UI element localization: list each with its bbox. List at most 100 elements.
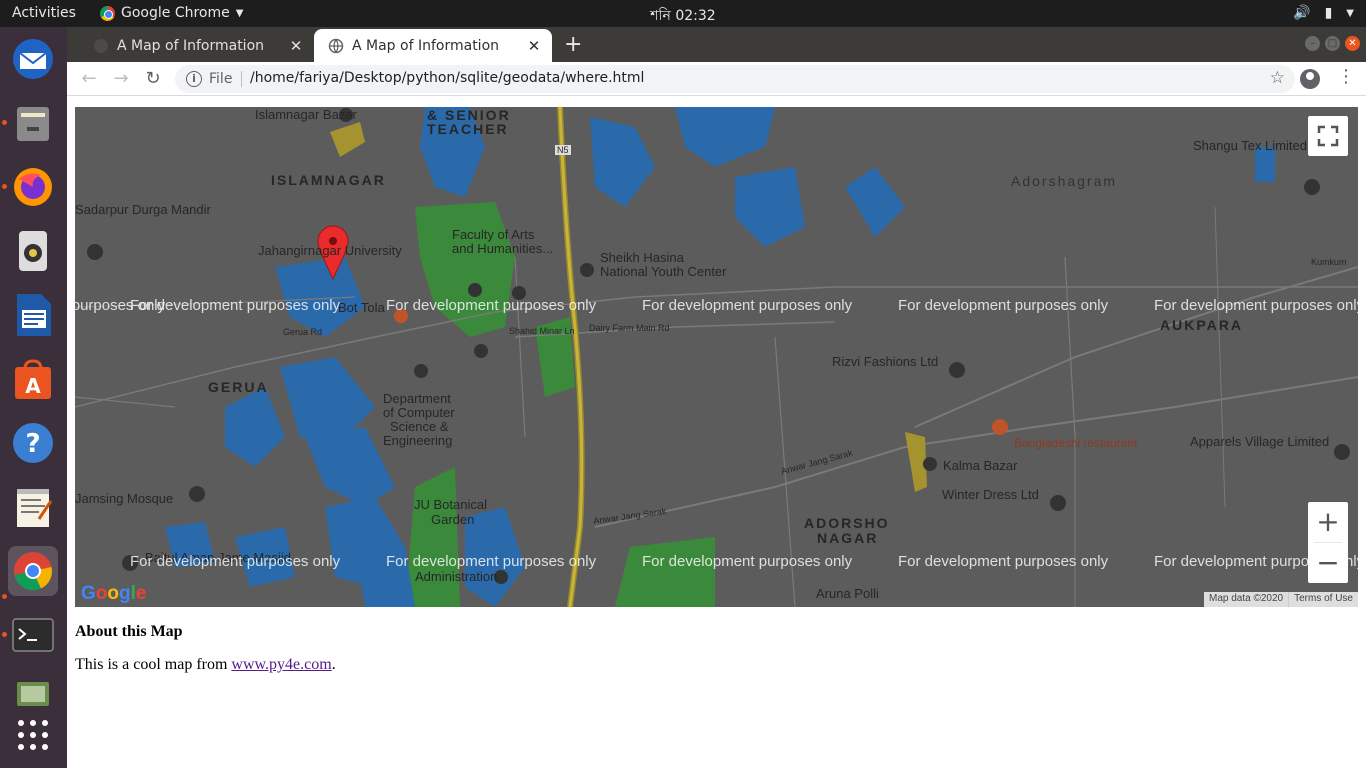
road-label: Kumkum (1311, 257, 1347, 267)
shotwell-icon (17, 682, 49, 706)
poi-label: Winter Dress Ltd (942, 487, 1039, 502)
restaurant-pin (992, 419, 1008, 435)
firefox-launcher[interactable] (8, 162, 58, 212)
maximize-button[interactable]: □ (1325, 36, 1340, 51)
app-menu-label: Google Chrome (121, 5, 230, 21)
terms-of-use-link[interactable]: Terms of Use (1288, 592, 1358, 607)
profile-avatar[interactable] (1300, 69, 1320, 89)
poi-label: Sheikh Hasina (600, 250, 684, 265)
files-launcher[interactable] (8, 98, 58, 148)
software-center-icon: A (15, 359, 51, 399)
green-area (615, 537, 715, 607)
terminal-launcher[interactable] (8, 610, 58, 660)
chevron-down-icon: ▼ (1346, 7, 1354, 19)
window-controls: – □ ✕ (1305, 36, 1360, 51)
road-label: N5 (555, 145, 571, 155)
chrome-icon (100, 5, 115, 21)
tab-strip: A Map of Information ✕ A Map of Informat… (67, 27, 1366, 62)
poi-label: JU Botanical (414, 497, 487, 512)
poi-label: Islamnagar Bazar (255, 107, 357, 122)
close-icon[interactable]: ✕ (286, 37, 306, 55)
poi-label: Aruna Polli (816, 586, 879, 601)
chrome-launcher[interactable] (8, 546, 58, 596)
firefox-icon (14, 168, 52, 206)
map-attribution: Map data ©2020 Terms of Use (1204, 592, 1358, 607)
poi-label: Bot Tola (338, 300, 385, 315)
back-button[interactable]: ← (78, 68, 100, 90)
poi-label: Science & (390, 419, 449, 434)
poi-label: National Youth Center (600, 264, 727, 279)
globe-icon (328, 38, 344, 53)
google-logo[interactable]: Google (81, 583, 146, 605)
thunderbird-icon (13, 39, 53, 79)
show-applications-button[interactable] (8, 710, 58, 760)
window-close-button[interactable]: ✕ (1345, 36, 1360, 51)
app-menu[interactable]: Google Chrome ▼ (100, 5, 243, 21)
info-icon[interactable]: i (186, 71, 202, 87)
minimize-button[interactable]: – (1305, 36, 1320, 51)
url-scheme: File (209, 71, 233, 87)
system-top-bar: Activities Google Chrome ▼ শনি 02:32 🔊 ▮… (0, 0, 1366, 27)
new-tab-button[interactable]: + (564, 32, 582, 57)
system-tray[interactable]: 🔊 ▮ ▼ (1293, 5, 1354, 21)
close-icon[interactable]: ✕ (524, 37, 544, 55)
fullscreen-icon (1317, 125, 1339, 147)
clock[interactable]: শনি 02:32 (650, 8, 715, 24)
activities-button[interactable]: Activities (12, 5, 76, 21)
google-map[interactable]: & SENIOR TEACHER ISLAMNAGAR GERUA Adorsh… (75, 107, 1358, 607)
thunderbird-launcher[interactable] (8, 34, 58, 84)
poi-label: Jahangirnagar University (258, 243, 402, 258)
zoom-controls: + − (1308, 502, 1348, 583)
tab-inactive[interactable]: A Map of Information ✕ (79, 29, 314, 62)
bookmark-star-icon[interactable]: ☆ (1270, 68, 1285, 88)
poi-label: Shangu Tex Limited (1193, 138, 1307, 153)
svg-text:A: A (25, 374, 41, 398)
poi-label: Administration... (415, 569, 509, 584)
url-text[interactable]: /home/fariya/Desktop/python/sqlite/geoda… (250, 70, 644, 86)
writer-launcher[interactable] (8, 290, 58, 340)
volume-icon: 🔊 (1293, 5, 1311, 21)
poi-label: Kalma Bazar (943, 458, 1018, 473)
poi-label: Bangladeshi restaurant (1014, 436, 1138, 450)
dev-watermark: For development purposes only (1154, 297, 1358, 314)
fullscreen-button[interactable] (1308, 116, 1348, 156)
svg-text:?: ? (25, 429, 40, 459)
poi-label: Sadarpur Durga Mandir (75, 202, 211, 217)
desc-text: This is a cool map from (75, 656, 232, 673)
poi-label: Department (383, 391, 451, 406)
poi-label: of Computer (383, 405, 455, 420)
text-editor-launcher[interactable] (8, 482, 58, 532)
area-label: TEACHER (427, 121, 509, 137)
road-label: Dairy Farm Main Rd (589, 323, 670, 333)
tab-title: A Map of Information (352, 37, 500, 54)
address-bar[interactable]: i File /home/fariya/Desktop/python/sqlit… (175, 65, 1295, 93)
map-canvas (75, 107, 1358, 607)
road-label: Gerua Rd (283, 327, 323, 337)
globe-icon (94, 38, 108, 53)
divider (241, 71, 242, 87)
reload-button[interactable]: ↻ (142, 68, 164, 90)
forward-button[interactable]: → (110, 68, 132, 90)
dev-watermark: For development purposes only (386, 553, 597, 570)
dev-watermark: For development purposes only (130, 553, 341, 570)
chevron-down-icon: ▼ (235, 7, 244, 19)
tab-active[interactable]: A Map of Information ✕ (314, 29, 552, 62)
poi-label: Engineering (383, 433, 453, 448)
area-label: ADORSHO (804, 515, 890, 531)
chrome-icon (14, 552, 52, 591)
py4e-link[interactable]: www.py4e.com (231, 656, 331, 673)
about-text: This is a cool map from www.py4e.com. (75, 656, 336, 674)
desc-text-end: . (331, 656, 336, 673)
rhythmbox-launcher[interactable] (8, 226, 58, 276)
text-editor-icon (17, 489, 53, 527)
files-icon (17, 107, 49, 141)
software-launcher[interactable]: A (8, 354, 58, 404)
dev-watermark: For development purposes only (642, 553, 853, 570)
menu-kebab-icon[interactable]: ⋮ (1337, 66, 1355, 87)
help-launcher[interactable]: ? (8, 418, 58, 468)
road-label: Shahid Minar Ln (509, 326, 575, 336)
app-grid-icon (18, 720, 48, 750)
poi-label: Jamsing Mosque (75, 491, 174, 506)
zoom-in-button[interactable]: + (1308, 502, 1348, 542)
zoom-out-button[interactable]: − (1308, 543, 1348, 583)
